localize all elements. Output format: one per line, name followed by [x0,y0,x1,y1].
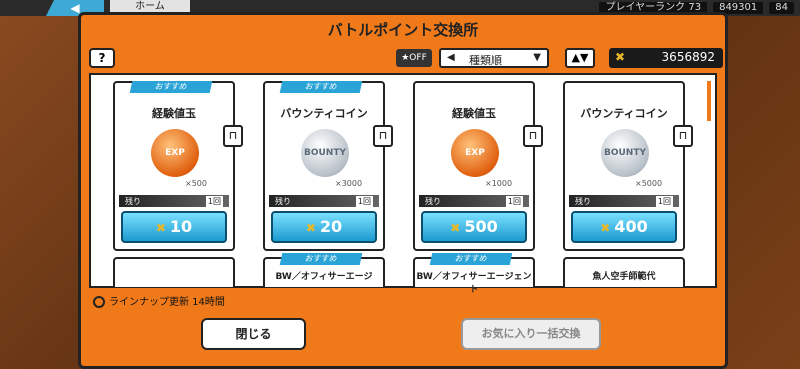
lineup-text: ラインナップ更新 14時間 [109,297,225,308]
close-button[interactable]: 閉じる [201,318,306,350]
exchange-button[interactable]: ✖ 20 [271,211,377,243]
chevron-down-icon[interactable]: ▼ [533,52,541,63]
bounty-coin-icon: BOUNTY [601,129,649,177]
favorite-bulk-exchange-button[interactable]: お気に入り一括交換 [461,318,601,350]
scrollbar[interactable] [707,81,711,121]
remaining-label: 残り [125,197,141,206]
item-card[interactable]: バウンティコイン ⊓ BOUNTY ×5000 残り 1回 ✖ 400 [563,81,693,251]
battle-point-icon: ✖ [450,221,461,235]
item-name: 経験値玉 [452,107,496,120]
item-card[interactable]: 経験値玉 ⊓ EXP ×1000 残り 1回 ✖ 500 [413,81,543,251]
help-button[interactable]: ? [89,48,115,68]
exchange-dialog: バトルポイント交換所 ? ★OFF ◀ 種類順 ▼ ▲▼ ✖ 3656892 お… [78,12,728,369]
item-card-partial[interactable]: おすすめ BW／オフィサーエージェント [413,253,535,295]
remaining-label: 残り [575,197,591,206]
bounty-coin-icon: BOUNTY [301,129,349,177]
item-quantity: ×500 [185,179,207,188]
exchange-button[interactable]: ✖ 500 [421,211,527,243]
remaining-bar: 残り 1回 [569,195,679,207]
price: 500 [464,217,498,236]
remaining-value: 1回 [655,196,673,207]
sort-select[interactable]: ◀ 種類順 ▼ [439,48,549,68]
recommend-badge: おすすめ [279,81,363,93]
exchange-button[interactable]: ✖ 400 [571,211,677,243]
exchange-button[interactable]: ✖ 10 [121,211,227,243]
recommend-badge: おすすめ [279,253,363,265]
remaining-bar: 残り 1回 [419,195,529,207]
sort-prev-icon[interactable]: ◀ [447,52,455,63]
lineup-update: ラインナップ更新 14時間 [93,293,225,308]
battle-points-value: 3656892 [661,50,715,64]
item-name: BW／オフィサーエージ [275,272,373,282]
battle-point-icon: ✖ [600,221,611,235]
item-card-partial[interactable]: 魚人空手師範代 [563,257,685,287]
sort-label: 種類順 [469,54,502,67]
bookmark-icon[interactable]: ⊓ [223,125,243,147]
price: 400 [614,217,648,236]
remaining-bar: 残り 1回 [119,195,229,207]
item-name: バウンティコイン [580,107,668,120]
item-name: 魚人空手師範代 [592,272,656,282]
battle-point-icon: ✖ [305,221,316,235]
bookmark-icon[interactable]: ⊓ [373,125,393,147]
dialog-title: バトルポイント交換所 [327,21,479,39]
remaining-label: 残り [425,197,441,206]
remaining-label: 残り [275,197,291,206]
item-name: バウンティコイン [280,107,368,120]
timer-icon [93,296,105,308]
remaining-value: 1回 [505,196,523,207]
battle-points: ✖ 3656892 [609,48,723,68]
item-card[interactable]: おすすめ バウンティコイン ⊓ BOUNTY ×3000 残り 1回 ✖ 20 [263,81,393,251]
exp-orb-icon: EXP [451,129,499,177]
item-quantity: ×3000 [335,179,363,188]
remaining-bar: 残り 1回 [269,195,379,207]
battle-point-icon: ✖ [615,50,626,64]
recommend-badge: おすすめ [129,81,213,93]
favorite-filter-toggle[interactable]: ★OFF [396,49,432,67]
remaining-value: 1回 [355,196,373,207]
recommend-badge: おすすめ [429,253,513,265]
bookmark-icon[interactable]: ⊓ [523,125,543,147]
item-quantity: ×1000 [485,179,513,188]
item-card[interactable]: おすすめ 経験値玉 ⊓ EXP ×500 残り 1回 ✖ 10 [113,81,243,251]
toolbar: ? ★OFF ◀ 種類順 ▼ ▲▼ ✖ 3656892 [89,48,723,70]
battle-point-icon: ✖ [155,221,166,235]
item-list[interactable]: おすすめ 経験値玉 ⊓ EXP ×500 残り 1回 ✖ 10 おすすめ バウンテ… [89,73,717,295]
currency-2: 84 [769,2,794,14]
item-name: BW／オフィサーエージェント [416,272,532,295]
price: 20 [319,217,343,236]
price: 10 [169,217,193,236]
item-quantity: ×5000 [635,179,663,188]
exp-orb-icon: EXP [151,129,199,177]
item-name: 経験値玉 [152,107,196,120]
bookmark-icon[interactable]: ⊓ [673,125,693,147]
item-card-partial[interactable] [113,257,235,287]
sort-order-button[interactable]: ▲▼ [565,48,595,68]
item-card-partial[interactable]: おすすめ BW／オフィサーエージ [263,253,385,287]
remaining-value: 1回 [205,196,223,207]
